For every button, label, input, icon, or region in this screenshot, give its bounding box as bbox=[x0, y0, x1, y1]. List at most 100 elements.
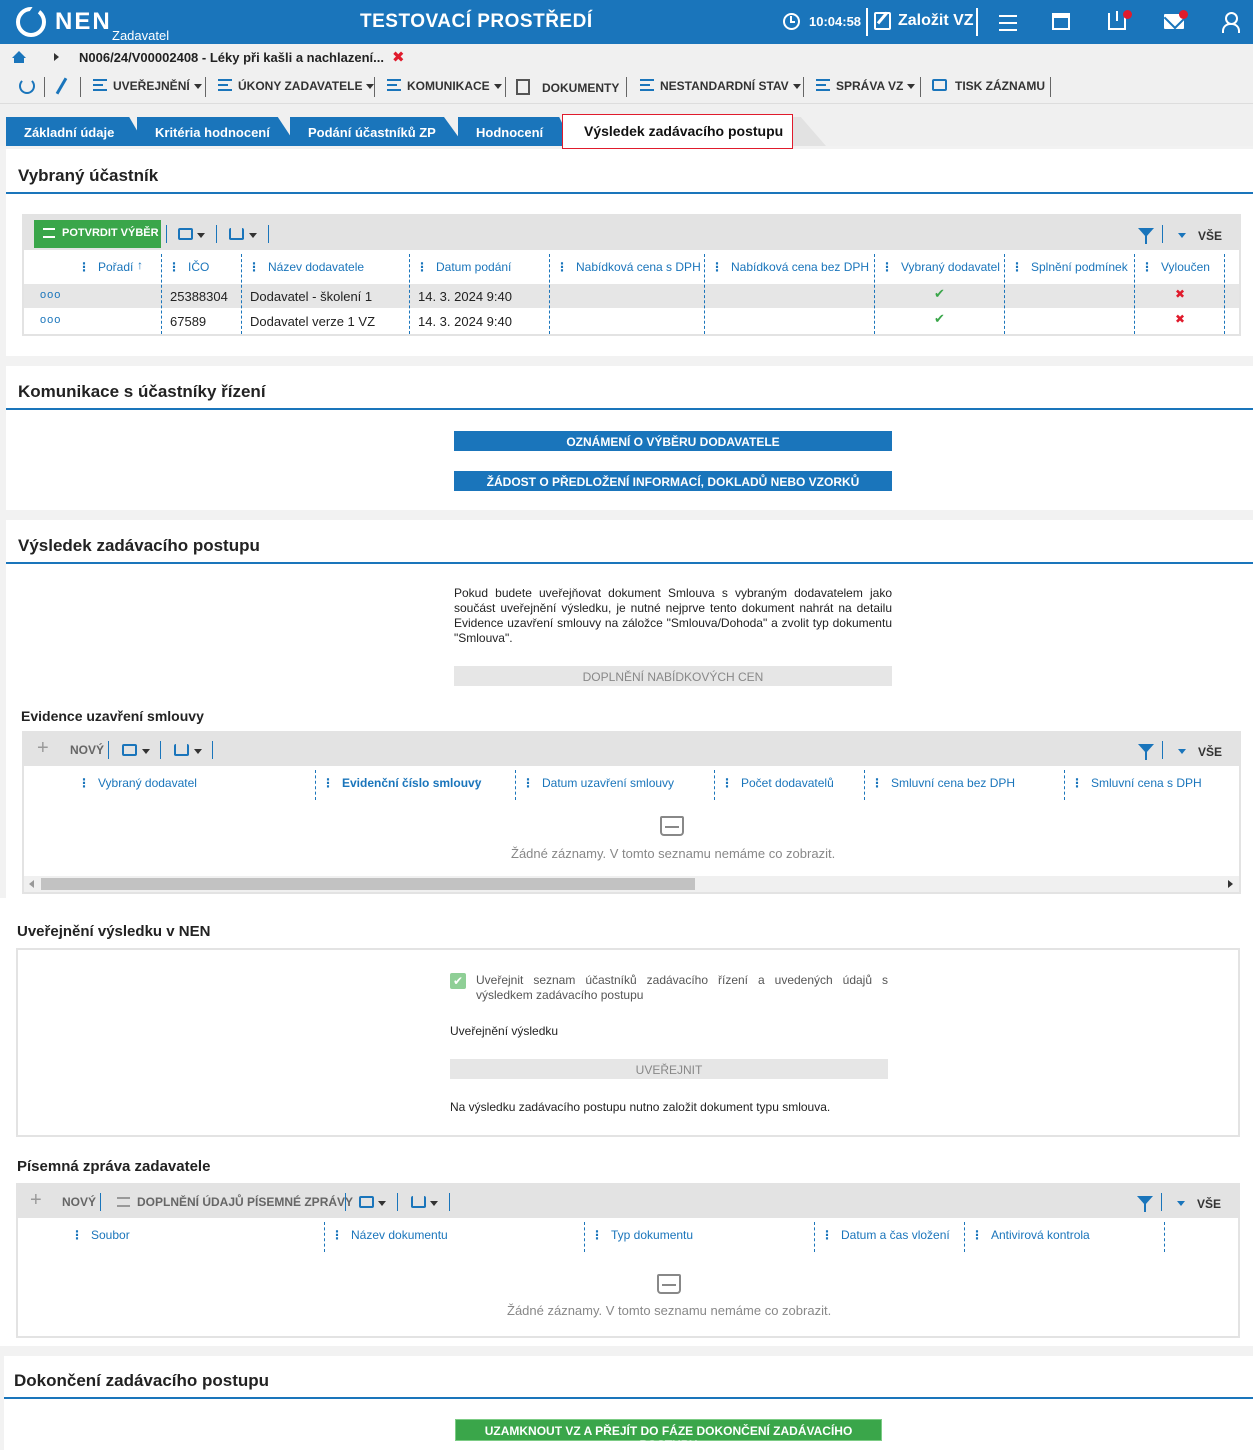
cell-datum: 14. 3. 2024 9:40 bbox=[418, 289, 512, 304]
section-divider bbox=[6, 408, 1253, 410]
list-icon bbox=[640, 79, 654, 91]
nen-logo-icon[interactable] bbox=[16, 7, 46, 37]
lock-and-continue-button[interactable]: UZAMKNOUT VZ A PŘEJÍT DO FÁZE DOKONČENÍ … bbox=[455, 1419, 882, 1450]
document-icon bbox=[516, 79, 530, 95]
sort-asc-icon: ↑ bbox=[474, 775, 480, 789]
tab-zakladni-udaje[interactable]: Základní údaje bbox=[6, 117, 146, 146]
plus-icon[interactable]: + bbox=[30, 1189, 42, 1212]
cell-ico: 25388304 bbox=[170, 289, 228, 304]
column-header-vybrany-dodavatel[interactable]: Vybraný dodavatel bbox=[78, 776, 197, 790]
user-icon[interactable] bbox=[1222, 12, 1240, 33]
new-button[interactable]: NOVÝ bbox=[62, 1195, 96, 1209]
toolbar-komunikace[interactable]: KOMUNIKACE bbox=[387, 79, 502, 93]
chevron-right-icon bbox=[54, 53, 59, 61]
edit-icon[interactable] bbox=[874, 12, 891, 30]
print-icon[interactable] bbox=[178, 228, 193, 240]
column-header-cena-bez-dph[interactable]: Nabídková cena bez DPH bbox=[711, 260, 869, 274]
calendar-icon[interactable] bbox=[1052, 13, 1070, 30]
column-header-cena-s-dph[interactable]: Nabídková cena s DPH bbox=[556, 260, 701, 274]
column-header-splneni[interactable]: Splnění podmínek bbox=[1011, 260, 1128, 274]
tab-podani-ucastniku[interactable]: Podání účastníků ZP bbox=[290, 117, 465, 146]
subsection-title: Písemná zpráva zadavatele bbox=[17, 1158, 211, 1175]
refresh-icon[interactable] bbox=[19, 78, 35, 94]
tab-label: Hodnocení bbox=[476, 125, 544, 140]
tab-hodnoceni[interactable]: Hodnocení bbox=[458, 117, 573, 146]
new-button[interactable]: NOVÝ bbox=[70, 743, 104, 757]
section-title: Komunikace s účastníky řízení bbox=[18, 382, 266, 401]
tab-kriteria-hodnoceni[interactable]: Kritéria hodnocení bbox=[137, 117, 297, 146]
breadcrumb-item[interactable]: N006/24/V00002408 - Léky při kašli a nac… bbox=[79, 50, 384, 65]
hamburger-menu-icon[interactable] bbox=[996, 10, 1020, 34]
tab-vysledek-zadavaciho-postupu[interactable]: Výsledek zadávacího postupu bbox=[562, 114, 793, 149]
close-icon[interactable]: ✖ bbox=[392, 48, 405, 66]
scrollbar-thumb[interactable] bbox=[41, 878, 695, 890]
caret-down-icon bbox=[1178, 749, 1186, 754]
column-header-soubor[interactable]: Soubor bbox=[71, 1228, 130, 1242]
tab-label: Kritéria hodnocení bbox=[155, 125, 270, 140]
scroll-right-icon[interactable] bbox=[1228, 880, 1233, 888]
column-header-poradi[interactable]: Pořadí bbox=[78, 260, 133, 274]
cross-icon: ✖ bbox=[1175, 312, 1186, 326]
toolbar-nestandardni-stav[interactable]: NESTANDARDNÍ STAV bbox=[640, 79, 801, 93]
fill-prices-button[interactable]: DOPLNĚNÍ NABÍDKOVÝCH CEN bbox=[454, 666, 892, 686]
fill-report-button[interactable]: DOPLNĚNÍ ÚDAJŮ PÍSEMNÉ ZPRÁVY bbox=[137, 1195, 353, 1209]
logo-text[interactable]: NEN bbox=[55, 8, 112, 36]
column-header-evidencni-cislo[interactable]: Evidenční číslo smlouvy bbox=[322, 776, 481, 790]
filter-icon[interactable] bbox=[1138, 228, 1154, 244]
publish-participants-checkbox[interactable]: ✔ bbox=[450, 973, 466, 989]
print-icon[interactable] bbox=[122, 744, 137, 756]
column-header-cena-s-dph[interactable]: Smluvní cena s DPH bbox=[1071, 776, 1202, 790]
column-header-datum-uzavreni[interactable]: Datum uzavření smlouvy bbox=[522, 776, 674, 790]
publish-button[interactable]: UVEŘEJNIT bbox=[450, 1059, 888, 1079]
section-divider bbox=[4, 1397, 1253, 1399]
check-icon: ✔ bbox=[934, 311, 945, 326]
toolbar-dokumenty[interactable]: DOKUMENTY bbox=[516, 79, 619, 95]
list-icon bbox=[93, 79, 107, 91]
info-text: Pokud budete uveřejňovat dokument Smlouv… bbox=[454, 586, 892, 645]
field-label: Uveřejnění výsledku bbox=[450, 1024, 559, 1038]
notice-of-selection-button[interactable]: OZNÁMENÍ O VÝBĚRU DODAVATELE bbox=[454, 431, 892, 451]
column-header-nazev-dokumentu[interactable]: Název dokumentu bbox=[331, 1228, 448, 1242]
export-icon[interactable] bbox=[174, 744, 189, 756]
toolbar-label: ÚKONY ZADAVATELE bbox=[238, 79, 363, 93]
column-header-antivirova-kontrola[interactable]: Antivirová kontrola bbox=[971, 1228, 1090, 1242]
row-menu-icon[interactable]: ooo bbox=[40, 289, 61, 301]
create-vz-button[interactable]: Založit VZ bbox=[898, 12, 974, 30]
scroll-left-icon[interactable] bbox=[29, 880, 34, 888]
column-header-typ-dokumentu[interactable]: Typ dokumentu bbox=[591, 1228, 693, 1242]
toolbar-sprava-vz[interactable]: SPRÁVA VZ bbox=[816, 79, 916, 93]
list-icon bbox=[117, 1197, 130, 1207]
tab-label: Základní údaje bbox=[24, 125, 115, 140]
caret-down-icon bbox=[249, 233, 257, 238]
view-all-filter[interactable]: VŠE bbox=[1198, 229, 1222, 243]
column-header-vyloucen[interactable]: Vyloučen bbox=[1141, 260, 1210, 274]
request-documents-button[interactable]: ŽÁDOST O PŘEDLOŽENÍ INFORMACÍ, DOKLADŮ N… bbox=[454, 471, 892, 491]
list-icon bbox=[218, 79, 232, 91]
column-header-nazev[interactable]: Název dodavatele bbox=[248, 260, 364, 274]
row-menu-icon[interactable]: ooo bbox=[40, 314, 61, 326]
export-icon[interactable] bbox=[229, 228, 244, 240]
filter-icon[interactable] bbox=[1137, 1196, 1153, 1212]
home-icon[interactable] bbox=[12, 51, 26, 63]
view-all-filter[interactable]: VŠE bbox=[1198, 745, 1222, 759]
section-divider bbox=[6, 562, 1253, 564]
column-header-pocet-dodavatelu[interactable]: Počet dodavatelů bbox=[721, 776, 834, 790]
toolbar-uverejneni[interactable]: UVEŘEJNĚNÍ bbox=[93, 79, 202, 93]
session-clock: 10:04:58 bbox=[809, 14, 862, 29]
column-header-cena-bez-dph[interactable]: Smluvní cena bez DPH bbox=[871, 776, 1015, 790]
tab-label: Podání účastníků ZP bbox=[308, 125, 436, 140]
column-header-datum-vlozeni[interactable]: Datum a čas vložení bbox=[821, 1228, 950, 1242]
filter-icon[interactable] bbox=[1138, 744, 1154, 760]
toolbar-ukony-zadavatele[interactable]: ÚKONY ZADAVATELE bbox=[218, 79, 375, 93]
caret-down-icon bbox=[197, 233, 205, 238]
column-header-vybrany[interactable]: Vybraný dodavatel bbox=[881, 260, 1000, 274]
plus-icon[interactable]: + bbox=[37, 737, 49, 760]
view-all-filter[interactable]: VŠE bbox=[1197, 1197, 1221, 1211]
print-icon[interactable] bbox=[359, 1196, 374, 1208]
column-header-ico[interactable]: IČO bbox=[168, 260, 209, 274]
toolbar-tisk-zaznamu[interactable]: TISK ZÁZNAMU bbox=[932, 79, 1045, 93]
cell-nazev: Dodavatel verze 1 VZ bbox=[250, 314, 376, 329]
column-header-datum[interactable]: Datum podání bbox=[416, 260, 511, 274]
table-row[interactable] bbox=[24, 308, 1239, 333]
export-icon[interactable] bbox=[411, 1196, 426, 1208]
